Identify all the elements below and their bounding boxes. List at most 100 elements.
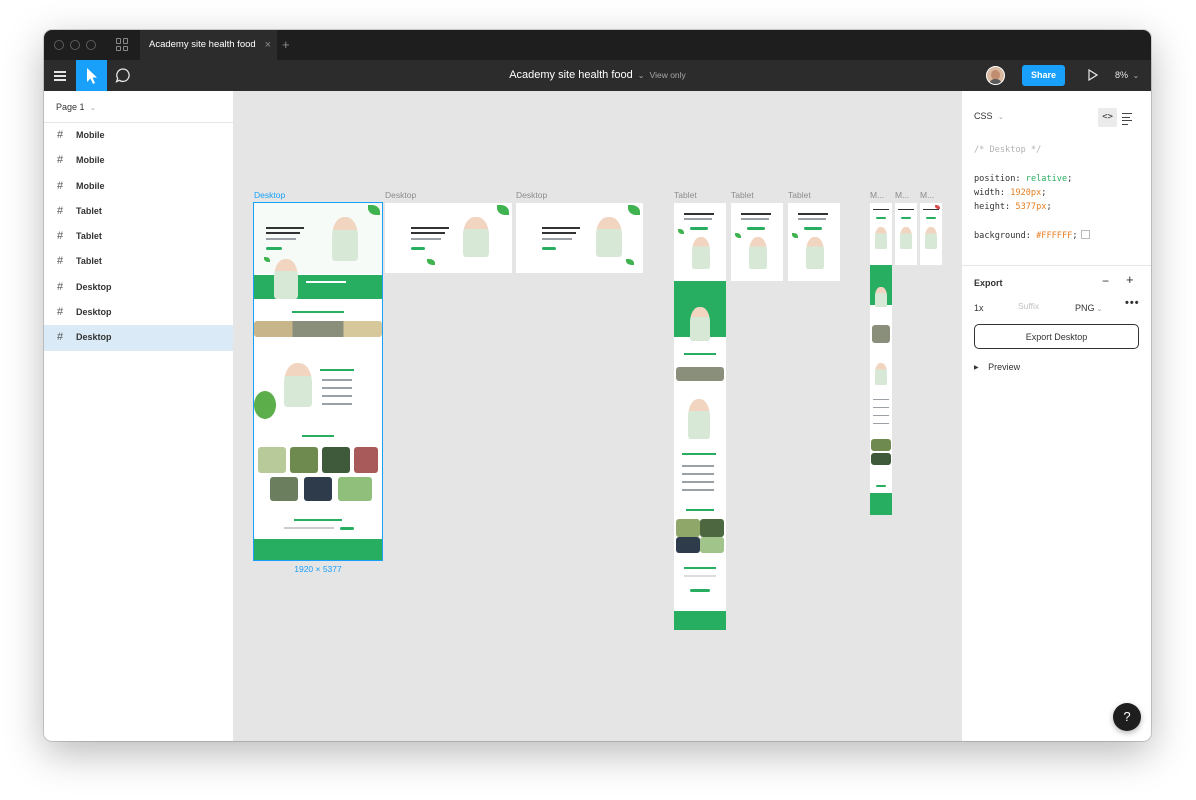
chevron-down-icon: ⌄ xyxy=(998,114,1004,121)
frame-label-mobile[interactable]: M... xyxy=(895,190,917,200)
layer-item-tablet[interactable]: # Tablet xyxy=(44,249,233,274)
layer-item-mobile[interactable]: # Mobile xyxy=(44,174,233,199)
maximize-window-icon[interactable] xyxy=(86,40,96,50)
layer-label: Tablet xyxy=(76,205,102,216)
css-comment: /* Desktop */ xyxy=(974,145,1042,155)
inspector-panel: CSS ⌄ <> /* Desktop */ position: relativ… xyxy=(961,91,1151,741)
more-options-icon[interactable]: ••• xyxy=(1125,297,1140,309)
chevron-down-icon: ⌄ xyxy=(1132,71,1140,80)
frame-label-mobile[interactable]: M... xyxy=(920,190,942,200)
css-code-block: /* Desktop */ position: relative; width:… xyxy=(974,143,1090,243)
export-title: Export xyxy=(974,278,1003,288)
new-tab-icon[interactable]: + xyxy=(282,30,290,60)
dimension-label: 1920 × 5377 xyxy=(294,564,342,574)
frame-desktop[interactable] xyxy=(516,203,643,273)
frame-label-desktop[interactable]: Desktop xyxy=(516,190,547,200)
frame-tablet[interactable] xyxy=(674,203,726,630)
css-line-width: width: 1920px; xyxy=(974,187,1047,198)
chevron-down-icon: ⌄ xyxy=(1096,306,1103,313)
preview-toggle[interactable]: ▶ Preview xyxy=(974,362,1020,372)
file-title[interactable]: Academy site health food ⌄ View only xyxy=(44,60,1151,91)
layers-panel: Page 1 ⌄ # Mobile # Mobile # Mobile # Tablet… xyxy=(44,91,234,741)
help-button[interactable]: ? xyxy=(1113,703,1141,731)
code-language-label: CSS xyxy=(974,111,993,121)
layer-label: Desktop xyxy=(76,307,112,318)
frame-label-tablet[interactable]: Tablet xyxy=(731,190,783,200)
layer-list: # Mobile # Mobile # Mobile # Tablet # Tablet … xyxy=(44,123,233,351)
list-icon[interactable] xyxy=(1122,113,1132,127)
frame-hash-icon: # xyxy=(57,255,64,268)
frame-hash-icon: # xyxy=(57,204,64,217)
layer-item-desktop[interactable]: # Desktop xyxy=(44,325,233,351)
frame-tablet[interactable] xyxy=(731,203,783,281)
frame-label-tablet[interactable]: Tablet xyxy=(788,190,840,200)
zoom-dropdown[interactable]: 8% ⌄ xyxy=(1115,60,1139,91)
preview-label: Preview xyxy=(988,362,1021,372)
layer-label: Tablet xyxy=(76,231,102,242)
zoom-level-value: 8% xyxy=(1115,70,1129,80)
tab-close-icon[interactable]: × xyxy=(265,30,271,60)
frame-hash-icon: # xyxy=(57,280,64,293)
layer-item-desktop[interactable]: # Desktop xyxy=(44,300,233,325)
frame-tablet[interactable] xyxy=(788,203,840,281)
layer-item-desktop[interactable]: # Desktop xyxy=(44,275,233,300)
frame-mobile[interactable] xyxy=(870,203,892,515)
frame-label-tablet[interactable]: Tablet xyxy=(674,190,726,200)
frame-mobile[interactable] xyxy=(920,203,942,265)
export-button[interactable]: Export Desktop xyxy=(974,324,1139,349)
frame-label-desktop[interactable]: Desktop xyxy=(254,190,285,200)
layer-label: Desktop xyxy=(76,281,112,292)
page-selector[interactable]: Page 1 ⌄ xyxy=(44,91,233,123)
minimize-window-icon[interactable] xyxy=(70,40,80,50)
layer-item-tablet[interactable]: # Tablet xyxy=(44,199,233,224)
color-swatch xyxy=(1080,229,1090,239)
page-name: Page 1 xyxy=(56,102,85,112)
layer-item-mobile[interactable]: # Mobile xyxy=(44,123,233,148)
export-section: Export − + 1x PNG⌄ ••• Export Desktop ▶ … xyxy=(962,265,1151,372)
layer-label: Mobile xyxy=(76,130,105,140)
close-window-icon[interactable] xyxy=(54,40,64,50)
layer-label: Mobile xyxy=(76,155,105,166)
export-format-value: PNG xyxy=(1075,303,1095,313)
grid-icon[interactable] xyxy=(116,38,129,51)
share-button[interactable]: Share xyxy=(1022,65,1065,86)
canvas[interactable]: Desktop 1920 × 5377 Desktop Desktop Tabl… xyxy=(234,91,961,741)
chevron-down-icon: ⌄ xyxy=(637,71,645,80)
css-line-height: height: 5377px; xyxy=(974,202,1052,213)
frame-label-desktop[interactable]: Desktop xyxy=(385,190,416,200)
frame-hash-icon: # xyxy=(57,129,64,141)
css-line-background: background: #FFFFFF; xyxy=(974,229,1090,243)
file-tab[interactable]: Academy site health food × xyxy=(140,30,277,60)
caret-right-icon: ▶ xyxy=(974,365,979,371)
export-scale-select[interactable]: 1x xyxy=(974,303,984,313)
file-tab-label: Academy site health food xyxy=(149,39,256,50)
view-mode-label: View only xyxy=(649,70,686,80)
chevron-down-icon: ⌄ xyxy=(90,105,96,112)
frame-hash-icon: # xyxy=(57,230,64,243)
layer-label: Tablet xyxy=(76,256,102,267)
frame-desktop[interactable] xyxy=(385,203,512,273)
title-bar: Academy site health food × + xyxy=(44,30,1151,60)
css-line-position: position: relative; xyxy=(974,173,1073,184)
layer-item-tablet[interactable]: # Tablet xyxy=(44,224,233,249)
figma-window: Academy site health food × + Academy sit… xyxy=(44,30,1151,741)
toolbar: Academy site health food ⌄ View only Sha… xyxy=(44,60,1151,91)
frame-hash-icon: # xyxy=(57,306,64,319)
layer-label: Desktop xyxy=(76,332,112,343)
frame-hash-icon: # xyxy=(57,154,64,167)
frame-hash-icon: # xyxy=(57,179,64,192)
avatar[interactable] xyxy=(986,66,1005,85)
code-icon[interactable]: <> xyxy=(1098,108,1117,127)
export-suffix-input[interactable] xyxy=(1006,297,1056,315)
add-export-icon[interactable]: + xyxy=(1126,272,1134,287)
remove-export-icon[interactable]: − xyxy=(1102,274,1109,288)
frame-hash-icon: # xyxy=(57,331,64,344)
file-title-text: Academy site health food xyxy=(509,69,633,81)
layer-item-mobile[interactable]: # Mobile xyxy=(44,148,233,173)
frame-label-mobile[interactable]: M... xyxy=(870,190,892,200)
frame-mobile[interactable] xyxy=(895,203,917,265)
layer-label: Mobile xyxy=(76,180,105,191)
frame-desktop-selected[interactable] xyxy=(253,202,383,561)
export-format-select[interactable]: PNG ⌄ xyxy=(1075,303,1102,313)
code-language-dropdown[interactable]: CSS ⌄ xyxy=(974,111,1004,121)
